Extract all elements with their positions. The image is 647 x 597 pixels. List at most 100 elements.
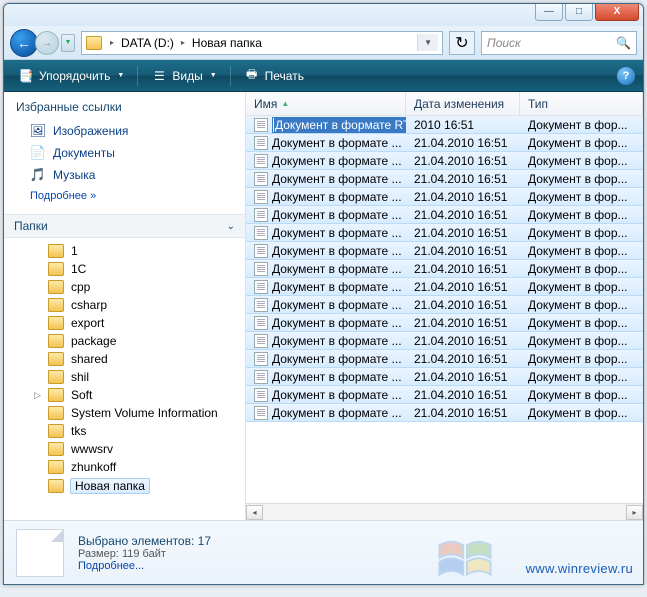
file-row[interactable]: Документ в формате ...21.04.2010 16:51До… — [246, 403, 643, 422]
folder-icon — [48, 442, 64, 456]
back-button[interactable]: ← — [10, 29, 38, 57]
favorite-link[interactable]: 🖼Изображения — [16, 120, 233, 142]
folder-icon — [48, 352, 64, 366]
file-date: 21.04.2010 16:51 — [406, 226, 520, 240]
help-button[interactable]: ? — [617, 67, 635, 85]
column-date[interactable]: Дата изменения — [406, 92, 520, 115]
tree-item[interactable]: export — [4, 314, 245, 332]
file-row[interactable]: Документ в формате ...21.04.2010 16:51До… — [246, 349, 643, 368]
folders-header[interactable]: Папки ⌄ — [4, 214, 245, 238]
scroll-left-button[interactable]: ◂ — [246, 505, 263, 520]
tree-item[interactable]: wwwsrv — [4, 440, 245, 458]
refresh-button[interactable]: ↻ — [449, 31, 475, 55]
file-row[interactable]: Документ в формате ...21.04.2010 16:51До… — [246, 151, 643, 170]
tree-item[interactable]: 1C — [4, 260, 245, 278]
file-name: Документ в формате ... — [272, 244, 402, 258]
file-name: Документ в формате ... — [272, 298, 402, 312]
address-bar[interactable]: ▸ DATA (D:) ▸ Новая папка ▼ — [81, 31, 443, 55]
scroll-track[interactable] — [263, 505, 626, 520]
expand-icon[interactable]: ▷ — [34, 390, 41, 401]
tree-item-label: Soft — [70, 388, 93, 402]
file-row[interactable]: Документ в формате RTF.rtf2010 16:51Доку… — [246, 116, 643, 134]
file-name: Документ в формате ... — [272, 406, 402, 420]
column-type[interactable]: Тип — [520, 92, 643, 115]
file-row[interactable]: Документ в формате ...21.04.2010 16:51До… — [246, 223, 643, 242]
tree-item[interactable]: Новая папка — [4, 476, 245, 496]
document-icon — [254, 280, 268, 294]
file-list[interactable]: Документ в формате RTF.rtf2010 16:51Доку… — [246, 116, 643, 503]
maximize-button[interactable]: □ — [565, 3, 593, 21]
chevron-right-icon[interactable]: ▸ — [106, 38, 118, 47]
tree-item[interactable]: shil — [4, 368, 245, 386]
scroll-right-button[interactable]: ▸ — [626, 505, 643, 520]
file-name: Документ в формате ... — [272, 388, 402, 402]
horizontal-scrollbar[interactable]: ◂ ▸ — [246, 503, 643, 520]
file-row[interactable]: Документ в формате ...21.04.2010 16:51До… — [246, 187, 643, 206]
organize-button[interactable]: 📑 Упорядочить ▼ — [12, 65, 130, 87]
arrow-left-icon: ← — [17, 35, 31, 51]
favorite-link[interactable]: 📄Документы — [16, 142, 233, 164]
file-row[interactable]: Документ в формате ... 21.04.2010 16:51До… — [246, 169, 643, 188]
file-row[interactable]: Документ в формате ...21.04.2010 16:51До… — [246, 133, 643, 152]
favorite-label: Документы — [53, 146, 115, 160]
tree-item[interactable]: 1 — [4, 242, 245, 260]
document-icon — [254, 406, 268, 420]
rename-input[interactable]: Документ в формате RTF.rtf — [272, 117, 406, 133]
file-date: 21.04.2010 16:51 — [406, 172, 520, 186]
selection-size: Размер: 119 байт — [78, 548, 211, 560]
minimize-button[interactable]: — — [535, 3, 563, 21]
file-row[interactable]: Документ в формате ...21.04.2010 16:51До… — [246, 277, 643, 296]
views-icon: ☰ — [151, 68, 167, 84]
refresh-icon: ↻ — [455, 33, 468, 53]
chevron-right-icon[interactable]: ▸ — [177, 38, 189, 47]
tree-item[interactable]: System Volume Information — [4, 404, 245, 422]
file-row[interactable]: Документ в формате ...21.04.2010 16:51До… — [246, 295, 643, 314]
column-name[interactable]: Имя ▲ — [246, 92, 406, 115]
file-type: Документ в фор... — [520, 262, 643, 276]
folder-icon — [48, 334, 64, 348]
close-button[interactable]: X — [595, 3, 639, 21]
document-icon — [254, 388, 268, 402]
file-type: Документ в фор... — [520, 118, 643, 132]
file-type: Документ в фор... — [520, 172, 643, 186]
document-icon — [254, 154, 268, 168]
column-headers: Имя ▲ Дата изменения Тип — [246, 92, 643, 116]
breadcrumb-folder[interactable]: Новая папка — [189, 36, 265, 50]
file-row[interactable]: Документ в формате ...21.04.2010 16:51До… — [246, 259, 643, 278]
document-icon — [254, 352, 268, 366]
file-row[interactable]: Документ в формате ...21.04.2010 16:51До… — [246, 313, 643, 332]
history-dropdown[interactable]: ▼ — [61, 34, 75, 52]
tree-item[interactable]: package — [4, 332, 245, 350]
document-icon — [254, 118, 268, 132]
favorite-link[interactable]: 🎵Музыка — [16, 164, 233, 186]
file-row[interactable]: Документ в формате ...21.04.2010 16:51До… — [246, 241, 643, 260]
file-row[interactable]: Документ в формате ...21.04.2010 16:51До… — [246, 385, 643, 404]
tree-item[interactable]: zhunkoff — [4, 458, 245, 476]
search-input[interactable]: Поиск 🔍 — [481, 31, 637, 55]
breadcrumb-drive[interactable]: DATA (D:) — [118, 36, 177, 50]
address-dropdown[interactable]: ▼ — [417, 34, 438, 51]
print-button[interactable]: 🖶 Печать — [238, 65, 310, 87]
tree-item[interactable]: ▷ Soft — [4, 386, 245, 404]
selection-count: Выбрано элементов: 17 — [78, 534, 211, 548]
file-row[interactable]: Документ в формате ...21.04.2010 16:51До… — [246, 331, 643, 350]
file-row[interactable]: Документ в формате ...21.04.2010 16:51До… — [246, 367, 643, 386]
tree-item[interactable]: tks — [4, 422, 245, 440]
details-more-link[interactable]: Подробнее... — [78, 560, 211, 572]
file-name: Документ в формате ... — [272, 172, 402, 186]
views-button[interactable]: ☰ Виды ▼ — [145, 65, 222, 87]
tree-item[interactable]: cpp — [4, 278, 245, 296]
tree-item-label: shared — [70, 352, 109, 366]
tree-item[interactable]: csharp — [4, 296, 245, 314]
document-icon — [254, 172, 268, 186]
nav-bar: ← → ▼ ▸ DATA (D:) ▸ Новая папка ▼ ↻ Поис… — [4, 26, 643, 60]
drive-icon — [86, 36, 102, 50]
file-row[interactable]: Документ в формате ...21.04.2010 16:51До… — [246, 205, 643, 224]
tree-item-label: 1C — [70, 262, 87, 276]
content-area: Избранные ссылки 🖼Изображения📄Документы🎵… — [4, 92, 643, 520]
more-link[interactable]: Подробнее » — [16, 186, 96, 210]
forward-button[interactable]: → — [35, 31, 59, 55]
tree-item[interactable]: shared — [4, 350, 245, 368]
details-text: Выбрано элементов: 17 Размер: 119 байт П… — [78, 534, 211, 572]
file-type: Документ в фор... — [520, 406, 643, 420]
